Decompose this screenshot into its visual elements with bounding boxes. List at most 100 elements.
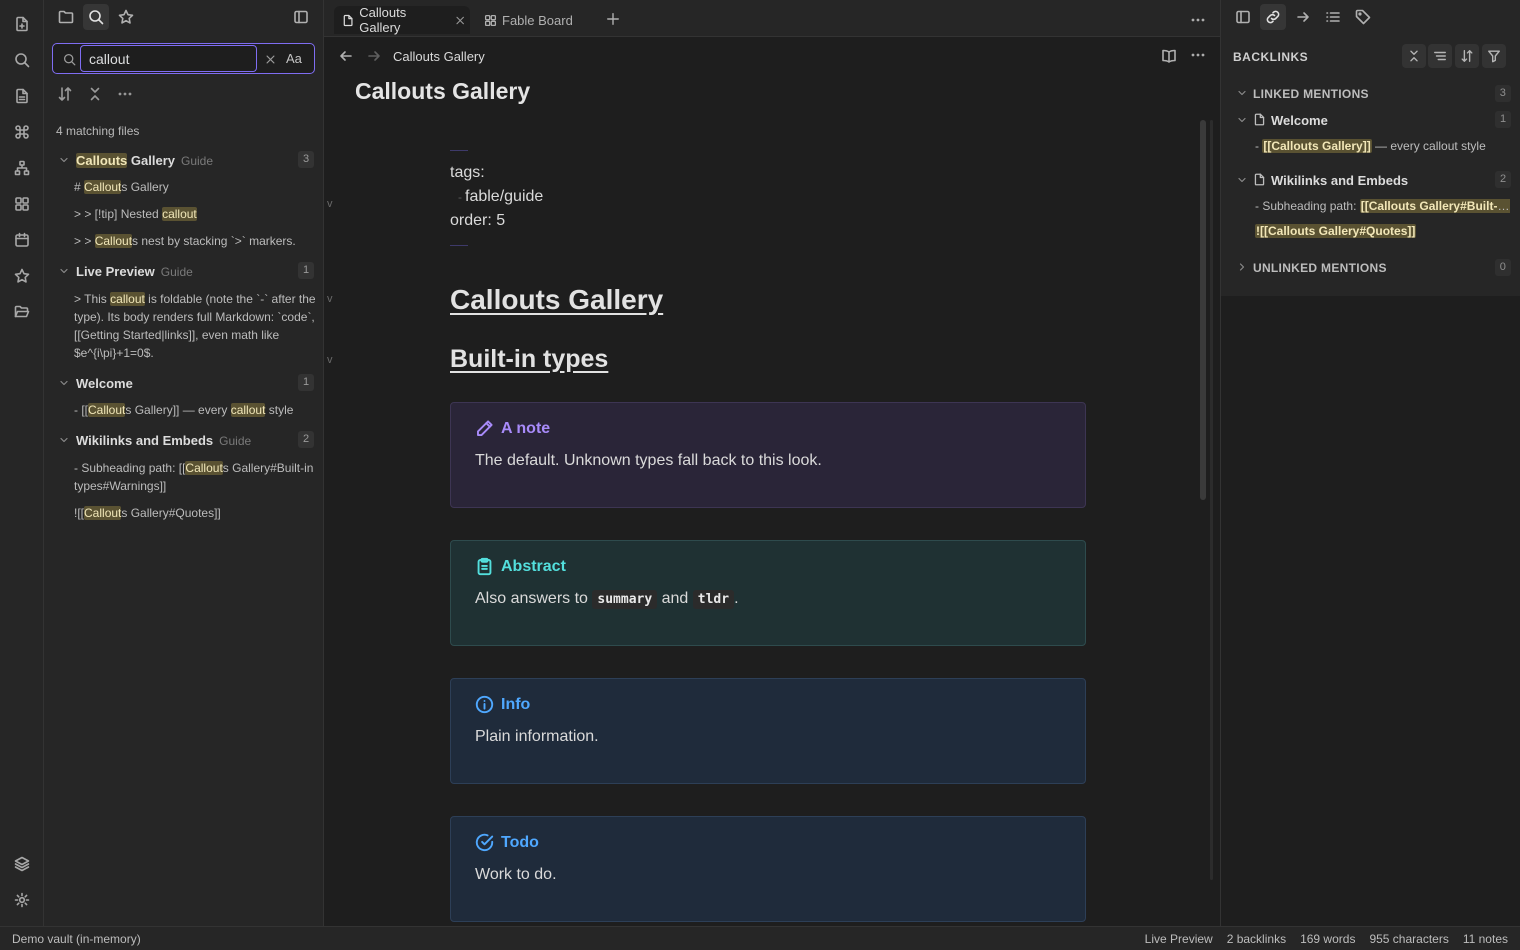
backlink-context-line[interactable]: - [[Callouts Gallery]] — every callout s… bbox=[1255, 139, 1510, 153]
outline-list-icon[interactable] bbox=[1320, 4, 1346, 30]
calendar-icon[interactable] bbox=[12, 230, 32, 250]
status-bar: Demo vault (in-memory) Live Preview 2 ba… bbox=[0, 926, 1520, 950]
callout-body: Plain information. bbox=[475, 728, 599, 745]
daily-note-icon[interactable] bbox=[12, 86, 32, 106]
expand-sidebar-icon[interactable] bbox=[1230, 4, 1256, 30]
chevron-down-icon bbox=[1238, 177, 1246, 183]
sort-icon[interactable] bbox=[57, 86, 73, 102]
backlink-count: 2 bbox=[1495, 171, 1511, 188]
backlink-file[interactable]: Wikilinks and Embeds 2 bbox=[1221, 169, 1520, 191]
search-result-file[interactable]: Callouts Gallery Guide 3 bbox=[44, 150, 324, 172]
vault-name[interactable]: Demo vault (in-memory) bbox=[12, 932, 141, 946]
right-sidebar-tabs bbox=[1221, 0, 1520, 36]
fold-toggle-icon[interactable]: v bbox=[327, 354, 333, 366]
heading-1[interactable]: Callouts Gallery bbox=[450, 284, 663, 316]
chevron-down-icon bbox=[60, 380, 68, 386]
search-tab-icon[interactable] bbox=[83, 4, 109, 30]
tags-icon[interactable] bbox=[1350, 4, 1376, 30]
forward-arrow-icon[interactable] bbox=[366, 48, 382, 64]
notes-count: 11 notes bbox=[1462, 932, 1508, 946]
show-more-context-icon[interactable] bbox=[1428, 44, 1452, 68]
settings-gear-icon[interactable] bbox=[12, 890, 32, 910]
backlinks-tab-link-icon[interactable] bbox=[1260, 4, 1286, 30]
search-icon[interactable] bbox=[12, 50, 32, 70]
unlinked-mentions-header[interactable]: UNLINKED MENTIONS 0 bbox=[1221, 258, 1520, 278]
search-result-line[interactable]: > > [!tip] Nested callout bbox=[74, 205, 316, 223]
right-sidebar: BACKLINKS LINKED MENTIONS 3 Welcome 1 - … bbox=[1220, 0, 1520, 926]
command-palette-icon[interactable] bbox=[12, 122, 32, 142]
ribbon bbox=[0, 0, 44, 926]
callout-title: A note bbox=[501, 419, 551, 437]
canvas-icon[interactable] bbox=[12, 194, 32, 214]
callout-abstract[interactable]: Abstract Also answers to summary and tld… bbox=[450, 540, 1086, 646]
fold-toggle-icon[interactable]: v bbox=[327, 198, 333, 210]
bookmarks-star-icon[interactable] bbox=[113, 4, 139, 30]
view-header: Callouts Gallery bbox=[324, 37, 1220, 75]
graph-view-icon[interactable] bbox=[12, 158, 32, 178]
clipboard-icon bbox=[477, 557, 492, 576]
tab-callouts-gallery[interactable]: Callouts Gallery bbox=[334, 5, 470, 35]
result-title-highlight: Callouts bbox=[76, 153, 128, 168]
new-note-icon[interactable] bbox=[12, 14, 32, 34]
callout-body: The default. Unknown types fall back to … bbox=[475, 452, 822, 469]
view-header-title[interactable]: Callouts Gallery bbox=[393, 49, 485, 64]
search-result-line[interactable]: - [[Callouts Gallery]] — every callout s… bbox=[74, 401, 316, 419]
order-property[interactable]: order: 5 bbox=[450, 212, 505, 230]
collapse-results-icon[interactable] bbox=[1402, 44, 1426, 68]
character-count: 955 characters bbox=[1369, 932, 1449, 946]
file-explorer-icon[interactable] bbox=[53, 4, 79, 30]
search-result-line[interactable]: ![[Callouts Gallery#Quotes]] bbox=[74, 504, 316, 522]
search-result-line[interactable]: > > Callouts nest by stacking `>` marker… bbox=[74, 232, 316, 250]
tab-fable-board[interactable]: Fable Board bbox=[484, 6, 594, 34]
backlink-context-line[interactable]: ![[Callouts Gallery#Quotes]] bbox=[1255, 224, 1510, 238]
result-tag: Guide bbox=[219, 434, 252, 448]
outgoing-links-arrow-icon[interactable] bbox=[1290, 4, 1316, 30]
callout-title: Todo bbox=[501, 833, 539, 851]
search-result-line[interactable]: # Callouts Gallery bbox=[74, 178, 316, 196]
new-tab-plus-icon[interactable] bbox=[606, 12, 620, 26]
close-tab-icon[interactable] bbox=[455, 15, 465, 26]
more-options-icon[interactable] bbox=[117, 86, 133, 102]
view-more-options-icon[interactable] bbox=[1190, 47, 1206, 63]
back-arrow-icon[interactable] bbox=[338, 48, 354, 64]
layers-icon[interactable] bbox=[12, 854, 32, 874]
inline-title[interactable]: Callouts Gallery bbox=[355, 78, 530, 105]
collapse-sidebar-icon[interactable] bbox=[288, 4, 314, 30]
callout-todo[interactable]: Todo Work to do. bbox=[450, 816, 1086, 922]
callout-note[interactable]: A note The default. Unknown types fall b… bbox=[450, 402, 1086, 508]
reading-view-book-icon[interactable] bbox=[1160, 47, 1177, 64]
search-input[interactable] bbox=[80, 45, 257, 72]
tab-list-more-icon[interactable] bbox=[1190, 12, 1206, 28]
callout-info[interactable]: Info Plain information. bbox=[450, 678, 1086, 784]
backlink-file[interactable]: Welcome 1 bbox=[1221, 109, 1520, 131]
backlinks-title: BACKLINKS bbox=[1233, 50, 1309, 64]
heading-2[interactable]: Built-in types bbox=[450, 345, 608, 374]
tags-property-label[interactable]: tags: bbox=[450, 164, 485, 182]
unlinked-count: 0 bbox=[1495, 259, 1511, 276]
scrollbar-thumb[interactable] bbox=[1200, 120, 1206, 500]
search-result-line[interactable]: - Subheading path: [[Callouts Gallery#Bu… bbox=[74, 459, 316, 495]
tags-property-value[interactable]: - fable/guide bbox=[458, 188, 543, 206]
clear-search-icon[interactable] bbox=[263, 52, 277, 66]
collapse-results-icon[interactable] bbox=[87, 86, 103, 102]
backlinks-count[interactable]: 2 backlinks bbox=[1227, 932, 1286, 946]
backlink-context-line[interactable]: - Subheading path: [[Callouts Gallery#Bu… bbox=[1255, 199, 1510, 213]
search-result-line[interactable]: > This callout is foldable (note the `-`… bbox=[74, 290, 316, 362]
search-result-file[interactable]: Live Preview Guide 1 bbox=[44, 261, 324, 283]
backlink-count: 1 bbox=[1495, 111, 1511, 128]
filter-icon[interactable] bbox=[1482, 44, 1506, 68]
callout-title: Abstract bbox=[501, 557, 566, 575]
sort-icon[interactable] bbox=[1455, 44, 1479, 68]
star-icon[interactable] bbox=[12, 266, 32, 286]
file-icon bbox=[1254, 113, 1265, 126]
search-box: Aa bbox=[52, 43, 315, 74]
folder-open-icon[interactable] bbox=[12, 302, 32, 322]
chevron-down-icon bbox=[60, 157, 68, 163]
search-result-file[interactable]: Welcome 1 bbox=[44, 373, 324, 395]
search-result-file[interactable]: Wikilinks and Embeds Guide 2 bbox=[44, 430, 324, 452]
editor-mode[interactable]: Live Preview bbox=[1145, 932, 1213, 946]
linked-mentions-header[interactable]: LINKED MENTIONS 3 bbox=[1221, 84, 1520, 104]
left-sidebar: Aa 4 matching files Callouts GalleryGuid… bbox=[44, 0, 324, 926]
match-case-button[interactable]: Aa bbox=[286, 51, 302, 66]
fold-toggle-icon[interactable]: v bbox=[327, 293, 333, 305]
